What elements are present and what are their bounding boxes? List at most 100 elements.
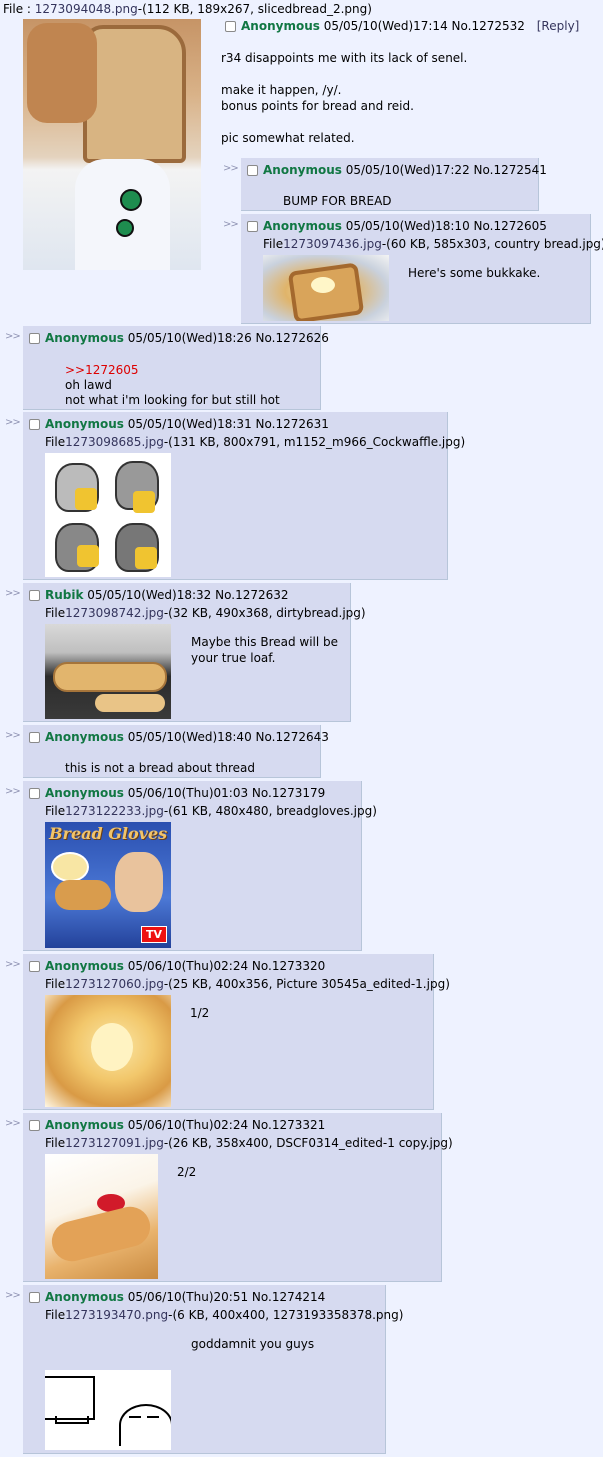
file-link[interactable]: 1273127091.jpg [65,1136,164,1150]
file-meta: -(131 KB, 800x791, m1152_m966_Cockwaffle… [163,435,466,449]
post-number[interactable]: No.1273179 [252,786,325,800]
post-checkbox[interactable] [247,165,258,176]
file-label: File [45,435,66,449]
file-meta: -(6 KB, 400x400, 1273193358378.png) [168,1308,404,1322]
reply-message: Maybe this Bread will be your true loaf. [191,634,338,666]
post-datetime: 05/06/10(Thu)20:51 [127,1290,249,1304]
poster-name: Anonymous [45,331,124,345]
post-datetime: 05/06/10(Thu)01:03 [127,786,249,800]
post-datetime: 05/05/10(Wed)18:10 [345,219,470,233]
reply-post: Anonymous 05/06/10(Thu)02:24 No.1273320 … [23,954,450,1110]
reply-arrow: >> [5,1118,21,1129]
post-checkbox[interactable] [29,732,40,743]
file-link[interactable]: 1273097436.jpg [283,237,382,251]
message-line: your true loaf. [191,651,276,665]
post-number[interactable]: No.1272605 [474,219,547,233]
post-checkbox[interactable] [225,21,236,32]
post-thumbnail[interactable] [45,995,171,1107]
file-link[interactable]: 1273098742.jpg [65,606,164,620]
post-number[interactable]: No.1272643 [256,730,329,744]
op-thumbnail[interactable] [23,19,201,270]
bread-slice-graphic [83,25,186,163]
post-thumbnail[interactable] [45,453,171,577]
poster-name: Anonymous [45,786,124,800]
post-number[interactable]: No.1272532 [452,19,525,33]
file-label: File [45,804,66,818]
post-thumbnail[interactable] [45,1370,171,1450]
post-checkbox[interactable] [29,590,40,601]
message-line: r34 disappoints me with its lack of sene… [221,51,468,65]
baguette-graphic [47,1202,155,1266]
op-file-link[interactable]: 1273094048.png [35,2,138,16]
bread-loaf-graphic [27,23,97,123]
post-number[interactable]: No.1272626 [256,331,329,345]
post-number[interactable]: No.1273320 [252,959,325,973]
post-checkbox[interactable] [29,1120,40,1131]
man-face-graphic [115,852,163,912]
rage-face-brow [147,1416,159,1423]
file-label: File [263,237,284,251]
poster-name: Rubik [45,588,84,602]
message-line [221,114,467,130]
op-message: r34 disappoints me with its lack of sene… [221,50,467,146]
post-datetime: 05/06/10(Thu)02:24 [127,959,249,973]
reply-header: Anonymous 05/05/10(Wed)18:40 No.1272643 [29,730,329,745]
message-line: oh lawd [65,378,112,392]
reply-header: Anonymous 05/05/10(Wed)17:22 No.1272541 [247,163,547,178]
post-number[interactable]: No.1272631 [256,417,329,431]
reply-post: Anonymous 05/05/10(Wed)18:40 No.1272643 … [23,725,329,778]
reply-link[interactable]: [Reply] [537,19,580,33]
post-checkbox[interactable] [29,788,40,799]
message-line: 1/2 [190,1006,210,1020]
post-checkbox[interactable] [29,419,40,430]
file-label: File [45,1308,66,1322]
post-thumbnail[interactable] [263,255,389,321]
post-number[interactable]: No.1274214 [252,1290,325,1304]
file-meta: -(32 KB, 490x368, dirtybread.jpg) [163,606,366,620]
post-checkbox[interactable] [29,1292,40,1303]
rage-face-brow [129,1416,141,1423]
waffle-graphic [75,488,97,510]
message-line: this is not a bread about thread [65,761,255,775]
post-number[interactable]: No.1272541 [474,163,547,177]
quote-link[interactable]: >>1272605 [65,363,139,377]
file-link[interactable]: 1273098685.jpg [65,435,164,449]
post-number[interactable]: No.1273321 [252,1118,325,1132]
reply-header: Anonymous 05/05/10(Wed)18:10 No.1272605 [247,219,547,234]
file-link[interactable]: 1273127060.jpg [65,977,164,991]
message-line: not what i'm looking for but still hot [65,393,280,407]
reply-header: Anonymous 05/05/10(Wed)18:31 No.1272631 [29,417,329,432]
post-datetime: 05/05/10(Wed)17:22 [345,163,470,177]
reply-post: Anonymous 05/05/10(Wed)18:26 No.1272626 … [23,326,329,410]
message-line: 2/2 [177,1165,197,1179]
reply-post: Anonymous 05/06/10(Thu)01:03 No.1273179 … [23,781,377,951]
reply-arrow: >> [5,730,21,741]
monitor-stand-graphic [55,1416,89,1424]
message-line [221,66,467,82]
post-thumbnail[interactable]: Bread Gloves TV [45,822,171,948]
file-label: File [45,606,66,620]
reply-header: Anonymous 05/06/10(Thu)20:51 No.1274214 [29,1290,325,1305]
post-thumbnail[interactable] [45,1154,158,1279]
poster-name: Anonymous [45,417,124,431]
post-datetime: 05/05/10(Wed)17:14 [323,19,448,33]
post-checkbox[interactable] [29,961,40,972]
file-link[interactable]: 1273193470.png [65,1308,168,1322]
file-meta: -(25 KB, 400x356, Picture 30545a_edited-… [163,977,450,991]
post-number[interactable]: No.1272632 [215,588,288,602]
post-checkbox[interactable] [29,333,40,344]
message-line: BUMP FOR BREAD [283,194,392,208]
post-thumbnail[interactable] [45,624,171,719]
op-file-info: File : 1273094048.png-(112 KB, 189x267, … [3,2,372,17]
poster-name: Anonymous [45,1290,124,1304]
reply-header: Anonymous 05/06/10(Thu)01:03 No.1273179 [29,786,325,801]
post-checkbox[interactable] [247,221,258,232]
poster-name: Anonymous [45,959,124,973]
file-link[interactable]: 1273122233.jpg [65,804,164,818]
poster-name: Anonymous [241,19,320,33]
reply-arrow: >> [5,959,21,970]
file-info: File1273098685.jpg-(131 KB, 800x791, m11… [45,435,465,450]
reply-arrow: >> [5,331,21,342]
waffle-graphic [135,547,157,569]
op-header: Anonymous 05/05/10(Wed)17:14 No.1272532 … [225,19,579,34]
